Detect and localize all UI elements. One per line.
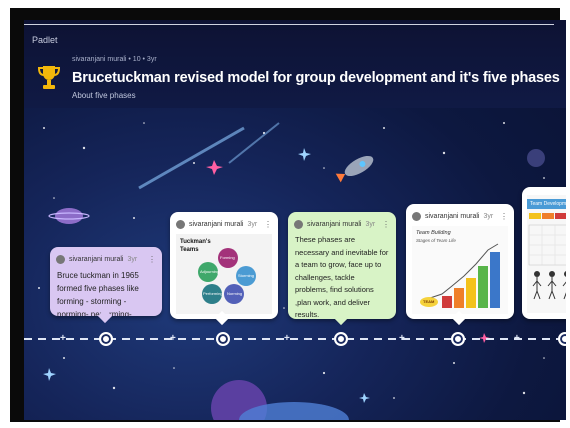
- post-card[interactable]: sivaranjani murali 3yr ⋮ Tuckman's Teams…: [170, 212, 278, 319]
- more-options-icon[interactable]: ⋮: [382, 220, 390, 229]
- post-header: sivaranjani murali 3yr ⋮: [294, 218, 390, 230]
- board-meta: sivaranjani murali • 10 • 3yr: [72, 56, 157, 63]
- add-post-icon[interactable]: +: [170, 334, 176, 344]
- stage-label: Forming: [220, 255, 235, 260]
- tuckman-diagram[interactable]: Tuckman's Teams Forming Storming Norming…: [176, 234, 272, 314]
- more-options-icon[interactable]: ⋮: [500, 212, 508, 221]
- stage-label: Norming: [227, 291, 243, 296]
- post-age: 3yr: [127, 255, 138, 263]
- timeline-node[interactable]: [334, 332, 348, 346]
- screenshot-frame: Padlet sivaranjani murali • 10 • 3yr Bru…: [10, 8, 566, 422]
- image-label: TEAM: [423, 299, 435, 304]
- board-subtitle: About five phases: [72, 91, 136, 100]
- timeline-node[interactable]: [99, 332, 113, 346]
- post-author: sivaranjani murali: [189, 220, 244, 228]
- post-age: 3yr: [483, 212, 494, 220]
- post-card[interactable]: Team Developme: [522, 187, 566, 319]
- divider: [24, 24, 554, 25]
- team-building-image[interactable]: Team Building Stages of Team Life TEAM: [412, 226, 508, 314]
- timeline-node[interactable]: [451, 332, 465, 346]
- avatar: [56, 254, 65, 264]
- post-header: sivaranjani murali 3yr ⋮: [412, 210, 508, 222]
- team-development-image[interactable]: Team Developme: [527, 195, 566, 313]
- timeline-node[interactable]: [216, 332, 230, 346]
- board-title: Brucetuckman revised model for group dev…: [72, 70, 560, 86]
- app-brand[interactable]: Padlet: [32, 35, 58, 45]
- avatar: [176, 219, 185, 229]
- trophy-icon: [38, 66, 60, 89]
- add-post-icon[interactable]: +: [399, 334, 405, 344]
- timeline-area: + + + + + sivaranjani murali 3yr ⋮ Bruce…: [24, 108, 566, 420]
- board-header: Padlet sivaranjani murali • 10 • 3yr Bru…: [24, 20, 566, 108]
- stage-label: Adjourning: [200, 269, 220, 274]
- avatar: [294, 219, 303, 229]
- stage-cycle: [198, 248, 256, 304]
- timeline-node[interactable]: [558, 332, 566, 346]
- add-post-icon[interactable]: +: [60, 334, 66, 344]
- stage-label: Storming: [238, 273, 255, 278]
- post-text: These phases are necessary and inevitabl…: [295, 235, 389, 319]
- post-age: 3yr: [365, 220, 376, 228]
- add-post-icon[interactable]: +: [284, 334, 290, 344]
- padlet-board: Padlet sivaranjani murali • 10 • 3yr Bru…: [24, 20, 566, 420]
- development-chart: [528, 213, 566, 300]
- post-author: sivaranjani murali: [69, 255, 124, 263]
- post-author: sivaranjani murali: [307, 220, 362, 228]
- post-card[interactable]: sivaranjani murali 3yr ⋮ Team Building S…: [406, 204, 514, 319]
- post-header: sivaranjani murali 3yr ⋮: [176, 218, 272, 230]
- avatar: [412, 211, 421, 221]
- post-age: 3yr: [247, 220, 258, 228]
- stage-label: Performing: [203, 291, 223, 296]
- post-header: sivaranjani murali 3yr ⋮: [56, 253, 156, 265]
- post-card[interactable]: sivaranjani murali 3yr ⋮ Bruce tuckman i…: [50, 247, 162, 316]
- post-card[interactable]: sivaranjani murali 3yr ⋮ These phases ar…: [288, 212, 396, 319]
- more-options-icon[interactable]: ⋮: [148, 255, 156, 264]
- add-post-icon[interactable]: +: [514, 334, 520, 344]
- post-author: sivaranjani murali: [425, 212, 480, 220]
- more-options-icon[interactable]: ⋮: [264, 220, 272, 229]
